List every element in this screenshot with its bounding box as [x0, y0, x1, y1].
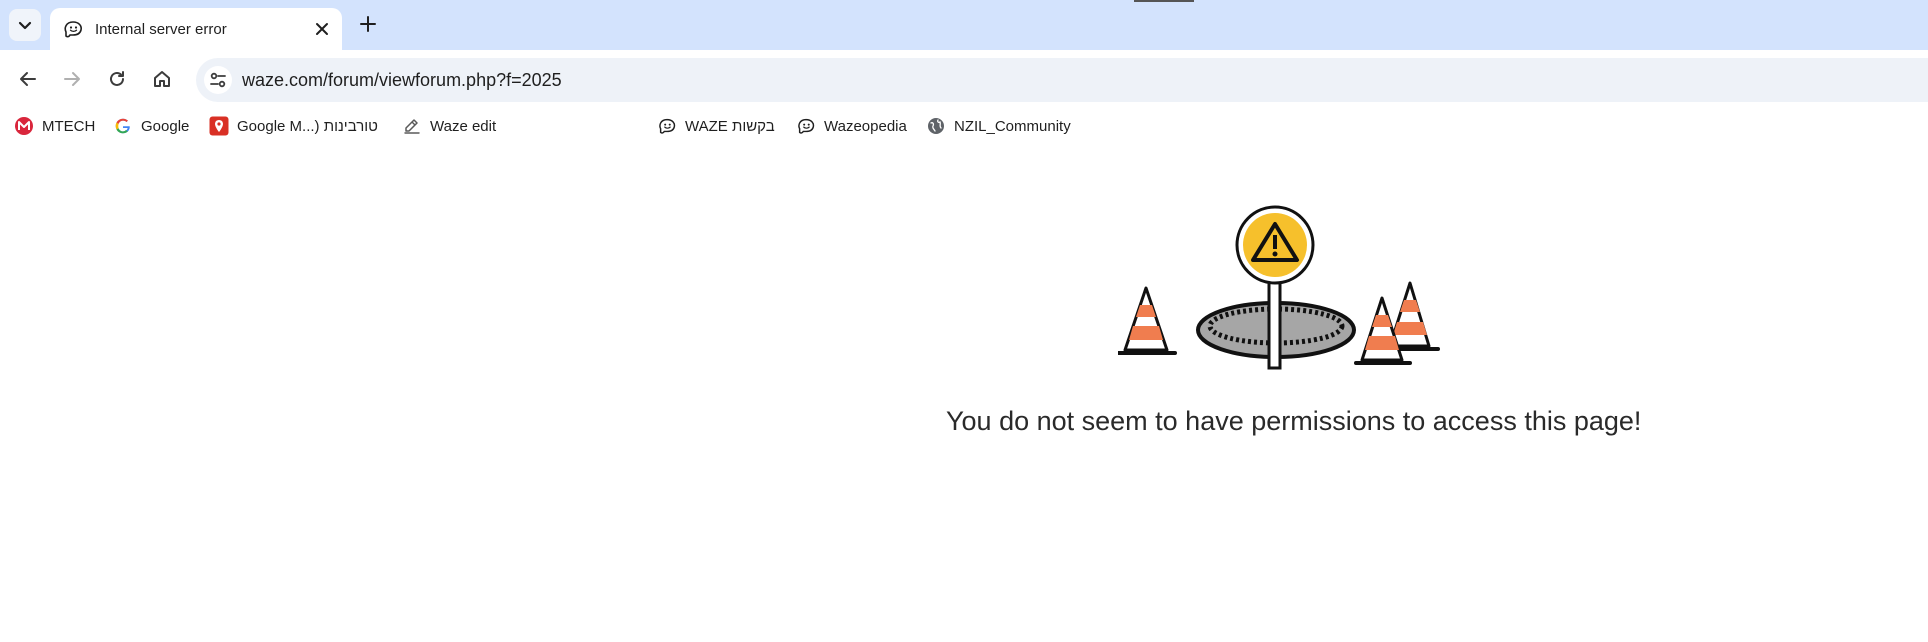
reload-button[interactable] — [101, 63, 133, 95]
mtech-icon — [14, 116, 34, 136]
home-icon — [154, 71, 170, 87]
bookmark-wazeopedia[interactable]: Wazeopedia — [796, 114, 907, 138]
google-maps-icon — [209, 116, 229, 136]
bookmark-label: MTECH — [42, 117, 96, 135]
back-button[interactable] — [12, 63, 44, 95]
waze-icon — [657, 116, 677, 136]
bookmark-label: Google — [141, 117, 190, 135]
tab-search-button[interactable] — [9, 9, 41, 41]
url-text[interactable]: waze.com/forum/viewforum.php?f=2025 — [242, 70, 562, 91]
globe-icon — [926, 116, 946, 136]
waze-icon — [796, 116, 816, 136]
arrow-right-icon — [64, 72, 80, 86]
google-icon — [113, 116, 133, 136]
tab-title: Internal server error — [95, 20, 227, 38]
bookmark-label: Google M...) טורבינות — [237, 117, 378, 135]
reload-icon — [110, 71, 124, 86]
forward-button[interactable] — [56, 63, 88, 95]
tune-icon — [210, 72, 226, 88]
bookmark-mtech[interactable]: MTECH — [14, 114, 95, 138]
bookmark-google[interactable]: Google — [113, 114, 189, 138]
warning-sign-icon — [1235, 205, 1315, 285]
bookmark-label: WAZE בקשות — [685, 117, 775, 135]
traffic-cone-icon — [1118, 286, 1177, 355]
tab-strip: Internal server error — [0, 0, 1928, 50]
bookmarks-bar: MTECH Google Google M...) טורבינות Waze … — [0, 108, 1928, 144]
page-content: You do not seem to have permissions to a… — [0, 144, 1928, 642]
waze-icon — [62, 18, 84, 40]
close-icon[interactable] — [312, 19, 332, 39]
new-tab-button[interactable] — [354, 10, 382, 38]
bookmark-waze-edit[interactable]: Waze edit — [402, 114, 496, 138]
plus-icon — [360, 16, 376, 32]
chevron-down-icon — [18, 21, 32, 30]
bookmark-google-maps[interactable]: Google M...) טורבינות — [209, 114, 378, 138]
browser-toolbar: waze.com/forum/viewforum.php?f=2025 — [0, 50, 1928, 108]
bookmark-nzil-community[interactable]: NZIL_Community — [926, 114, 1071, 138]
bookmark-label: Wazeopedia — [824, 117, 907, 135]
window-divider — [1134, 0, 1194, 2]
bookmark-waze-requests[interactable]: WAZE בקשות — [657, 114, 775, 138]
error-illustration — [1118, 205, 1440, 370]
tab-active[interactable]: Internal server error — [50, 8, 342, 50]
address-bar[interactable]: waze.com/forum/viewforum.php?f=2025 — [196, 58, 1928, 102]
home-button[interactable] — [146, 63, 178, 95]
sign-pole — [1267, 272, 1282, 370]
bookmark-label: NZIL_Community — [954, 117, 1071, 135]
site-info-button[interactable] — [204, 66, 232, 94]
error-message: You do not seem to have permissions to a… — [946, 406, 1642, 436]
bookmark-label: Waze edit — [430, 117, 497, 135]
arrow-left-icon — [20, 72, 36, 86]
edit-icon — [402, 116, 422, 136]
